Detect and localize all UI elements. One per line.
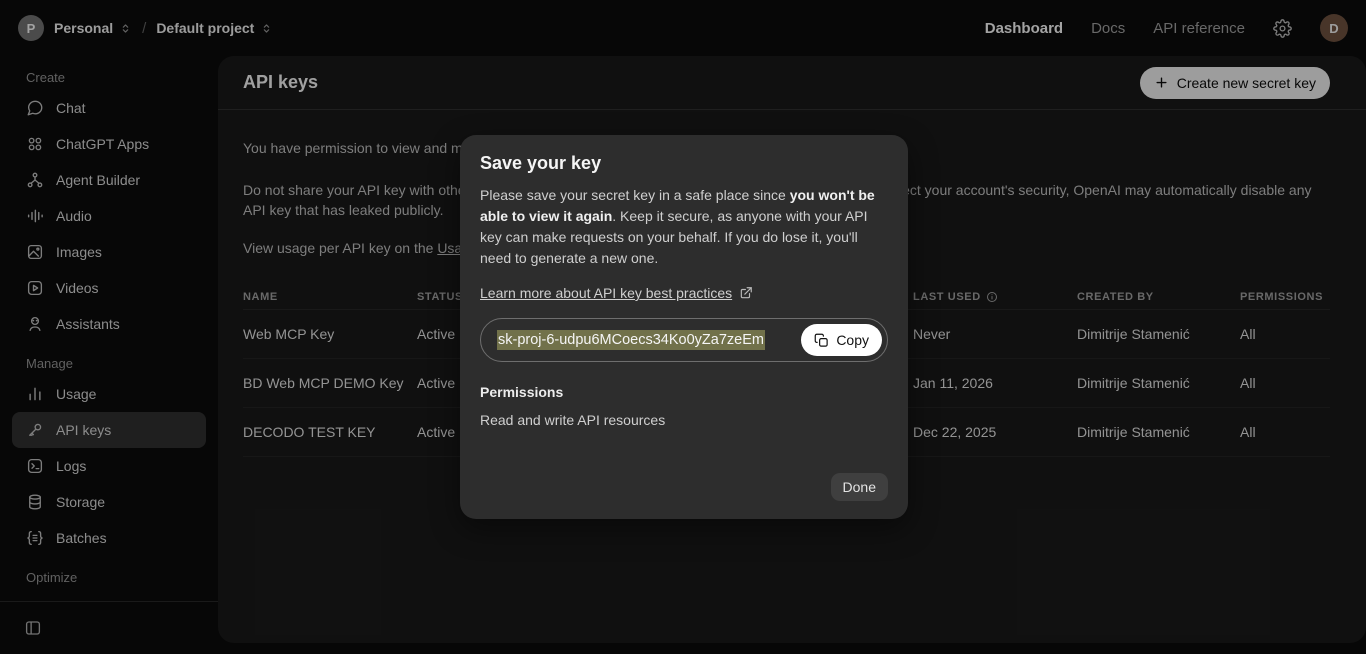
external-link-icon: [739, 286, 753, 300]
modal-body-part1: Please save your secret key in a safe pl…: [480, 187, 790, 203]
best-practices-row: Learn more about API key best practices: [480, 285, 888, 301]
permissions-value: Read and write API resources: [480, 412, 888, 428]
copy-icon: [814, 333, 829, 348]
secret-key-value[interactable]: sk-proj-6-udpu6MCoecs34Ko0yZa7zeEm: [497, 330, 765, 350]
secret-key-field[interactable]: sk-proj-6-udpu6MCoecs34Ko0yZa7zeEm Copy: [480, 318, 888, 362]
permissions-label: Permissions: [480, 384, 888, 400]
modal-actions: Done: [480, 473, 888, 501]
copy-label: Copy: [836, 332, 869, 348]
modal-title: Save your key: [480, 153, 888, 174]
copy-button[interactable]: Copy: [801, 324, 882, 356]
modal-body-text: Please save your secret key in a safe pl…: [480, 185, 888, 269]
done-button[interactable]: Done: [831, 473, 888, 501]
best-practices-link[interactable]: Learn more about API key best practices: [480, 285, 732, 301]
save-key-modal: Save your key Please save your secret ke…: [460, 135, 908, 519]
